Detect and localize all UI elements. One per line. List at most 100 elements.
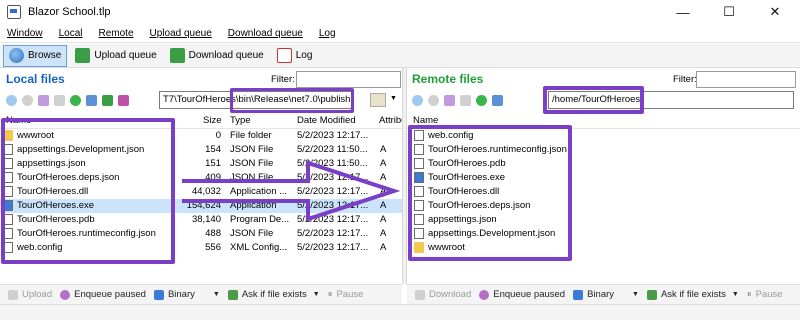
remote-panel-header: Remote files xyxy=(412,70,483,88)
remote-home-icon[interactable] xyxy=(491,94,503,106)
desktop-icon[interactable] xyxy=(101,94,113,106)
file-exists-icon xyxy=(227,289,238,300)
file-exists-icon xyxy=(646,289,657,300)
menu-bar: Window Local Remote Upload queue Downloa… xyxy=(0,24,800,43)
documents-icon[interactable] xyxy=(117,94,129,106)
local-filter-label: Filter: xyxy=(271,74,295,85)
remote-filter-input[interactable] xyxy=(696,71,796,88)
remote-pause-label: Pause xyxy=(755,289,783,300)
file-type: JSON File xyxy=(230,228,274,239)
local-path-highlight xyxy=(230,88,354,113)
remote-path-highlight xyxy=(543,86,644,114)
download-queue-button[interactable]: Download queue xyxy=(165,45,269,67)
remote-transfer-mode-dropdown[interactable]: Binary ▼ xyxy=(573,289,639,300)
upload-label: Upload xyxy=(22,289,53,300)
minimize-button[interactable]: — xyxy=(660,0,706,24)
binary-icon xyxy=(573,289,584,300)
upload-icon xyxy=(75,48,91,63)
view-mode-icon[interactable] xyxy=(370,93,386,107)
queue-icon xyxy=(479,289,490,300)
remote-files-highlight xyxy=(408,125,572,261)
file-date: 5/2/2023 12:17... xyxy=(297,242,369,253)
close-button[interactable]: ✕ xyxy=(752,0,798,24)
main-toolbar: Browse Upload queue Download queue Log xyxy=(0,44,800,68)
col-date[interactable]: Date Modified xyxy=(297,115,356,126)
binary-label: Binary xyxy=(167,289,195,300)
back-icon[interactable] xyxy=(5,94,17,106)
download-small-icon xyxy=(415,289,425,300)
chevron-down-icon: ▼ xyxy=(731,291,739,298)
chevron-down-icon: ▼ xyxy=(312,291,320,298)
remote-back-icon[interactable] xyxy=(411,94,423,106)
upload-queue-button[interactable]: Upload queue xyxy=(70,45,161,67)
remote-refresh-icon[interactable] xyxy=(475,94,487,106)
forward-icon[interactable] xyxy=(21,94,33,106)
file-attr: A xyxy=(380,242,387,253)
menu-remote[interactable]: Remote xyxy=(98,28,133,39)
remote-forward-icon[interactable] xyxy=(427,94,439,106)
local-status-bar: Upload Enqueue paused Binary ▼ Ask if fi… xyxy=(0,284,402,304)
browse-label: Browse xyxy=(28,50,62,61)
remote-enqueue-label: Enqueue paused xyxy=(493,289,566,300)
file-size: 556 xyxy=(205,242,221,253)
col-size[interactable]: Size xyxy=(203,115,221,126)
pause-icon: ⏸ xyxy=(746,289,752,300)
chevron-down-icon: ▼ xyxy=(632,291,639,298)
local-panel-title: Local files xyxy=(6,72,65,86)
menu-log[interactable]: Log xyxy=(319,28,336,39)
log-label: Log xyxy=(295,50,313,61)
window-title: Blazor School.tlp xyxy=(28,6,111,18)
menu-local[interactable]: Local xyxy=(59,28,83,39)
log-button[interactable]: Log xyxy=(272,45,318,67)
queue-icon xyxy=(60,289,71,300)
remote-nav-bar xyxy=(409,89,505,111)
enqueue-label: Enqueue paused xyxy=(74,289,146,300)
remote-stop-icon[interactable] xyxy=(459,94,471,106)
file-size: 154 xyxy=(205,144,221,155)
file-type: File folder xyxy=(230,130,272,141)
browse-icon xyxy=(9,48,24,63)
remote-filter-label: Filter: xyxy=(673,74,697,85)
download-button[interactable]: Download xyxy=(415,289,471,300)
remote-enqueue-paused-toggle[interactable]: Enqueue paused xyxy=(479,289,565,300)
transfer-mode-dropdown[interactable]: Binary ▼ xyxy=(153,289,220,300)
pause-button[interactable]: ⏸ Pause xyxy=(328,289,364,300)
local-panel-header: Local files xyxy=(6,70,65,88)
chevron-down-icon[interactable]: ▼ xyxy=(390,95,397,102)
remote-binary-label: Binary xyxy=(587,289,615,300)
col-type[interactable]: Type xyxy=(230,115,251,126)
remote-panel-title: Remote files xyxy=(412,72,484,86)
app-icon xyxy=(7,5,21,19)
log-icon xyxy=(276,48,292,63)
binary-icon xyxy=(153,289,164,300)
local-filter-input[interactable] xyxy=(296,71,401,88)
file-date: 5/2/2023 11:50... xyxy=(297,144,368,155)
download-queue-label: Download queue xyxy=(188,50,264,61)
local-nav-bar xyxy=(3,89,131,111)
refresh-icon[interactable] xyxy=(69,94,81,106)
home-icon[interactable] xyxy=(85,94,97,106)
file-exists-dropdown[interactable]: Ask if file exists ▼ xyxy=(227,289,320,300)
maximize-button[interactable]: ☐ xyxy=(706,0,752,24)
download-icon xyxy=(169,48,185,63)
folder-up-icon[interactable] xyxy=(37,94,49,106)
stop-icon[interactable] xyxy=(53,94,65,106)
bottom-strip xyxy=(0,304,800,320)
remote-ask-label: Ask if file exists xyxy=(660,289,726,300)
file-attr: A xyxy=(380,228,387,239)
menu-download-queue[interactable]: Download queue xyxy=(228,28,303,39)
upload-button[interactable]: Upload xyxy=(8,289,52,300)
enqueue-paused-toggle[interactable]: Enqueue paused xyxy=(60,289,146,300)
ask-label: Ask if file exists xyxy=(241,289,307,300)
remote-folder-up-icon[interactable] xyxy=(443,94,455,106)
file-size: 488 xyxy=(205,228,221,239)
chevron-down-icon: ▼ xyxy=(212,291,220,298)
pause-label: Pause xyxy=(336,289,364,300)
menu-window[interactable]: Window xyxy=(7,28,43,39)
remote-pause-button[interactable]: ⏸ Pause xyxy=(747,289,783,300)
browse-button[interactable]: Browse xyxy=(3,44,68,67)
transfer-arrow-icon xyxy=(182,160,400,222)
remote-file-exists-dropdown[interactable]: Ask if file exists ▼ xyxy=(646,289,739,300)
menu-upload-queue[interactable]: Upload queue xyxy=(150,28,212,39)
upload-small-icon xyxy=(8,289,18,300)
